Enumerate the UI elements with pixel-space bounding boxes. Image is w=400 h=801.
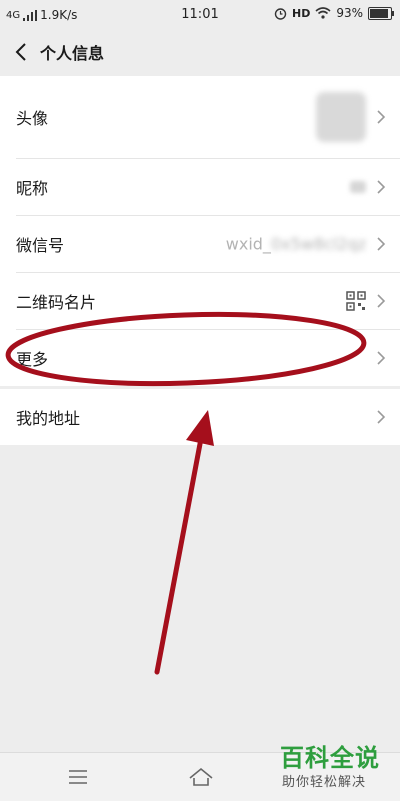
battery-level xyxy=(370,8,388,18)
back-arrow-icon[interactable] xyxy=(14,42,28,62)
chevron-right-icon xyxy=(377,237,386,251)
row-more[interactable]: 更多 xyxy=(16,330,400,386)
address-group: 我的地址 xyxy=(0,389,400,445)
status-bar: 4G 1.9K/s 11:01 HD 93% xyxy=(0,0,400,30)
row-avatar[interactable]: 头像 xyxy=(16,76,400,159)
watermark: 百科全说 助你轻松解决 xyxy=(272,738,392,794)
watermark-subtitle: 助你轻松解决 xyxy=(282,775,367,790)
row-label: 昵称 xyxy=(16,179,49,198)
row-label: 我的地址 xyxy=(16,409,81,428)
nickname-value-obscured xyxy=(350,181,366,193)
status-right: HD 93% xyxy=(274,6,394,20)
chevron-right-icon xyxy=(377,410,386,424)
page-title: 个人信息 xyxy=(40,44,105,63)
hd-indicator: HD xyxy=(291,6,311,20)
row-wechat-id[interactable]: 微信号 wxid_0x5w8cl2qz xyxy=(16,216,400,273)
row-label: 微信号 xyxy=(16,236,65,255)
chevron-right-icon xyxy=(377,351,386,365)
row-label: 头像 xyxy=(16,109,49,128)
row-label: 二维码名片 xyxy=(16,293,97,312)
annotation-arrow-shaft xyxy=(154,425,206,675)
nav-bar: 个人信息 xyxy=(0,30,400,74)
qr-code-icon xyxy=(346,291,366,311)
chevron-right-icon xyxy=(377,110,386,124)
chevron-right-icon xyxy=(377,180,386,194)
avatar xyxy=(316,92,366,142)
wechat-id-obscured: 0x5w8cl2qz xyxy=(270,234,366,254)
battery-percent: 93% xyxy=(336,6,363,20)
row-my-address[interactable]: 我的地址 xyxy=(16,389,400,445)
menu-icon[interactable] xyxy=(68,769,88,785)
profile-info-group: 头像 昵称 微信号 wxid_0x5w8cl2qz 二维码名片 更多 xyxy=(0,76,400,386)
home-icon[interactable] xyxy=(188,767,214,787)
alarm-icon xyxy=(274,7,287,20)
row-nickname[interactable]: 昵称 xyxy=(16,159,400,216)
wechat-id-value: wxid_0x5w8cl2qz xyxy=(226,235,366,254)
wechat-id-prefix: wxid_ xyxy=(225,234,271,254)
row-label: 更多 xyxy=(16,350,49,369)
row-qr-card[interactable]: 二维码名片 xyxy=(16,273,400,330)
battery-icon xyxy=(368,6,394,20)
wifi-icon xyxy=(315,7,331,19)
watermark-title: 百科全说 xyxy=(280,744,380,772)
chevron-right-icon xyxy=(377,294,386,308)
